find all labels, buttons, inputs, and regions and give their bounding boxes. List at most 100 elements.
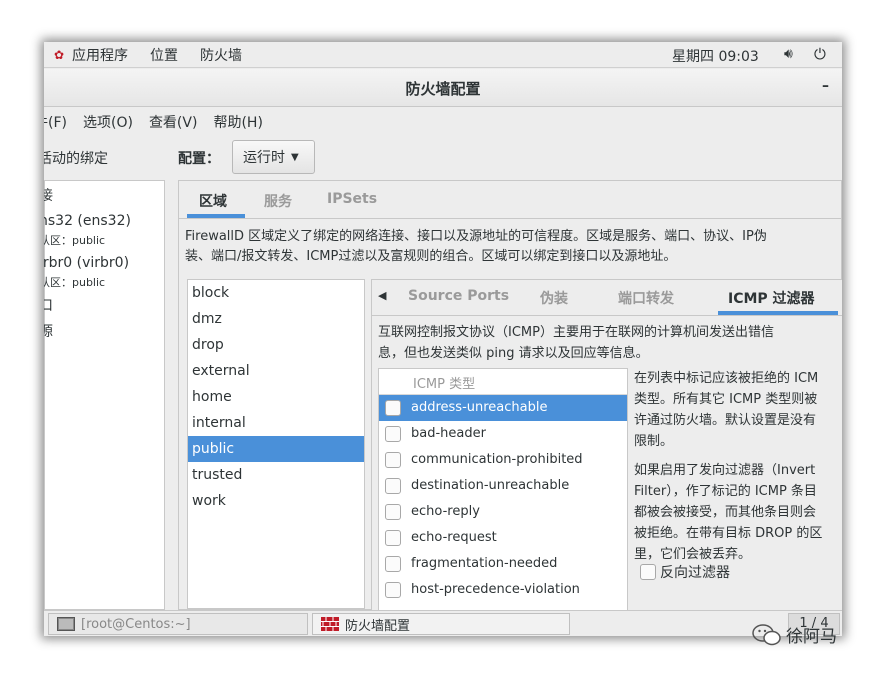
- taskbar-terminal[interactable]: [root@Centos:~]: [48, 613, 308, 635]
- binding-virbr0[interactable]: irbr0 (virbr0): [44, 255, 129, 271]
- menu-options[interactable]: 选项(O): [83, 112, 133, 132]
- bindings-sources-group[interactable]: 源: [44, 321, 53, 341]
- power-icon[interactable]: ⏻: [814, 45, 826, 63]
- places-menu[interactable]: 位置: [139, 45, 189, 65]
- icmp-type-label: echo-request: [411, 530, 497, 545]
- icmp-checkbox[interactable]: [385, 478, 401, 494]
- volume-icon[interactable]: 🔊︎: [784, 46, 793, 62]
- tab-port-forwarding[interactable]: 端口转发: [618, 288, 674, 308]
- firewall-app-menu[interactable]: 防火墙: [189, 45, 253, 65]
- zone-item-block[interactable]: block: [188, 280, 364, 306]
- binding-virbr0-zone: 认区：public: [44, 276, 106, 289]
- watermark-text: 徐阿马: [786, 627, 837, 647]
- icmp-list-header-label: ICMP 类型: [413, 377, 476, 392]
- icmp-help-line: 里，它们会被丢弃。: [634, 547, 752, 562]
- taskbar: [root@Centos:~] 防火墙配置 1 / 4: [44, 610, 842, 636]
- terminal-icon: [57, 617, 75, 631]
- icmp-checkbox[interactable]: [385, 426, 401, 442]
- icmp-type-label: address-unreachable: [411, 400, 548, 415]
- bindings-interfaces-group[interactable]: 口: [44, 295, 53, 315]
- icmp-checkbox[interactable]: [385, 504, 401, 520]
- firewall-icon: [321, 617, 339, 631]
- icmp-help-line: Filter），作了标记的 ICMP 条目: [634, 484, 817, 499]
- zone-description: FirewallD 区域定义了绑定的网络连接、接口以及源地址的可信程度。区域是服…: [185, 227, 842, 267]
- binding-ens32[interactable]: ns32 (ens32): [44, 213, 131, 229]
- config-value: 运行时: [243, 150, 285, 166]
- bindings-connections-group[interactable]: 接: [44, 185, 53, 205]
- zone-item-dmz[interactable]: dmz: [188, 306, 364, 332]
- minimize-button[interactable]: –: [822, 78, 829, 94]
- active-bindings-pane: 接 ns32 (ens32) 认区：public irbr0 (virbr0) …: [44, 180, 165, 610]
- icmp-checkbox[interactable]: [385, 530, 401, 546]
- icmp-checkbox[interactable]: [385, 582, 401, 598]
- zone-description-line: 装、端口/报文转发、ICMP过滤以及富规则的组合。区域可以绑定到接口以及源地址。: [185, 249, 677, 264]
- menu-file[interactable]: 件(F): [44, 112, 67, 132]
- taskbar-terminal-label: [root@Centos:~]: [81, 616, 191, 632]
- icmp-description-line: 息，但也发送类似 ping 请求以及回应等信息。: [378, 346, 649, 361]
- icmp-type-label: fragmentation-needed: [411, 556, 558, 571]
- icmp-checkbox[interactable]: [385, 556, 401, 572]
- applications-icon[interactable]: ✿: [54, 49, 66, 61]
- inner-tab-active-indicator: [718, 311, 838, 315]
- icmp-help-line: 如果启用了发向过滤器（Invert: [634, 463, 816, 478]
- zone-item-drop[interactable]: drop: [188, 332, 364, 358]
- icmp-row[interactable]: host-precedence-violation: [379, 577, 627, 603]
- icmp-description-line: 互联网控制报文协议（ICMP）主要用于在联网的计算机间发送出错信: [378, 325, 774, 340]
- icmp-row[interactable]: communication-prohibited: [379, 447, 627, 473]
- icmp-help-line: 许通过防火墙。默认设置是没有: [634, 413, 817, 428]
- config-label: 配置：: [178, 151, 220, 167]
- zone-item-trusted[interactable]: trusted: [188, 462, 364, 488]
- zone-settings-tabs: ◀ Source Ports 伪装 端口转发 ICMP 过滤器: [372, 280, 842, 316]
- icmp-help-line: 被拒绝。在带有目标 DROP 的区: [634, 526, 823, 541]
- zone-item-work[interactable]: work: [188, 488, 364, 514]
- tab-active-indicator: [187, 214, 245, 218]
- icmp-help-line: 都被会被接受，而其他条目则会: [634, 505, 817, 520]
- tab-icmp-filter[interactable]: ICMP 过滤器: [728, 288, 815, 308]
- tab-services[interactable]: 服务: [264, 191, 292, 211]
- icmp-type-label: communication-prohibited: [411, 452, 583, 467]
- icmp-list-header: ICMP 类型: [379, 369, 627, 395]
- tab-masquerade[interactable]: 伪装: [540, 288, 568, 308]
- taskbar-firewall-label: 防火墙配置: [345, 618, 411, 634]
- tab-source-ports[interactable]: Source Ports: [408, 288, 509, 304]
- icmp-checkbox[interactable]: [385, 400, 401, 416]
- watermark: 徐阿马: [752, 622, 837, 647]
- wechat-icon: [752, 623, 781, 645]
- icmp-row[interactable]: echo-request: [379, 525, 627, 551]
- zone-item-external[interactable]: external: [188, 358, 364, 384]
- icmp-row[interactable]: echo-reply: [379, 499, 627, 525]
- clock[interactable]: 星期四 09:03: [672, 46, 759, 66]
- invert-filter-toggle[interactable]: 反向过滤器: [640, 562, 730, 582]
- zone-item-public[interactable]: public: [188, 436, 364, 462]
- tab-ipsets[interactable]: IPSets: [327, 191, 377, 207]
- chevron-down-icon: ▼: [291, 151, 299, 163]
- invert-filter-checkbox[interactable]: [640, 564, 656, 580]
- icmp-help-text: 在列表中标记应该被拒绝的 ICM 类型。所有其它 ICMP 类型则被 许通过防火…: [634, 368, 842, 573]
- menu-view[interactable]: 查看(V): [149, 112, 198, 132]
- top-panel: ✿ 应用程序 位置 防火墙 星期四 09:03 🔊︎ ⏻: [44, 42, 842, 68]
- zone-item-home[interactable]: home: [188, 384, 364, 410]
- main-panel: 区域 服务 IPSets FirewallD 区域定义了绑定的网络连接、接口以及…: [178, 180, 842, 612]
- icmp-row[interactable]: fragmentation-needed: [379, 551, 627, 577]
- icmp-type-label: bad-header: [411, 426, 486, 441]
- icmp-help-line: 限制。: [634, 434, 674, 449]
- icmp-row[interactable]: bad-header: [379, 421, 627, 447]
- applications-menu[interactable]: 应用程序: [70, 45, 139, 65]
- icmp-type-label: destination-unreachable: [411, 478, 570, 493]
- tab-zones[interactable]: 区域: [199, 191, 227, 211]
- config-dropdown[interactable]: 运行时 ▼: [232, 140, 315, 174]
- scroll-left-icon[interactable]: ◀: [378, 289, 386, 302]
- icmp-description: 互联网控制报文协议（ICMP）主要用于在联网的计算机间发送出错信 息，但也发送类…: [378, 322, 842, 364]
- menu-help[interactable]: 帮助(H): [213, 112, 262, 132]
- taskbar-firewall[interactable]: 防火墙配置: [312, 613, 570, 635]
- zone-list: block dmz drop external home internal pu…: [187, 279, 365, 609]
- zone-item-internal[interactable]: internal: [188, 410, 364, 436]
- icmp-help-line: 类型。所有其它 ICMP 类型则被: [634, 392, 818, 407]
- icmp-checkbox[interactable]: [385, 452, 401, 468]
- icmp-row[interactable]: address-unreachable: [379, 395, 627, 421]
- menubar: 件(F) 选项(O) 查看(V) 帮助(H): [44, 108, 842, 136]
- zone-description-line: FirewallD 区域定义了绑定的网络连接、接口以及源地址的可信程度。区域是服…: [185, 229, 767, 244]
- icmp-row[interactable]: destination-unreachable: [379, 473, 627, 499]
- zone-settings-notebook: ◀ Source Ports 伪装 端口转发 ICMP 过滤器 互联网控制报文协…: [371, 279, 842, 612]
- binding-ens32-zone: 认区：public: [44, 234, 106, 247]
